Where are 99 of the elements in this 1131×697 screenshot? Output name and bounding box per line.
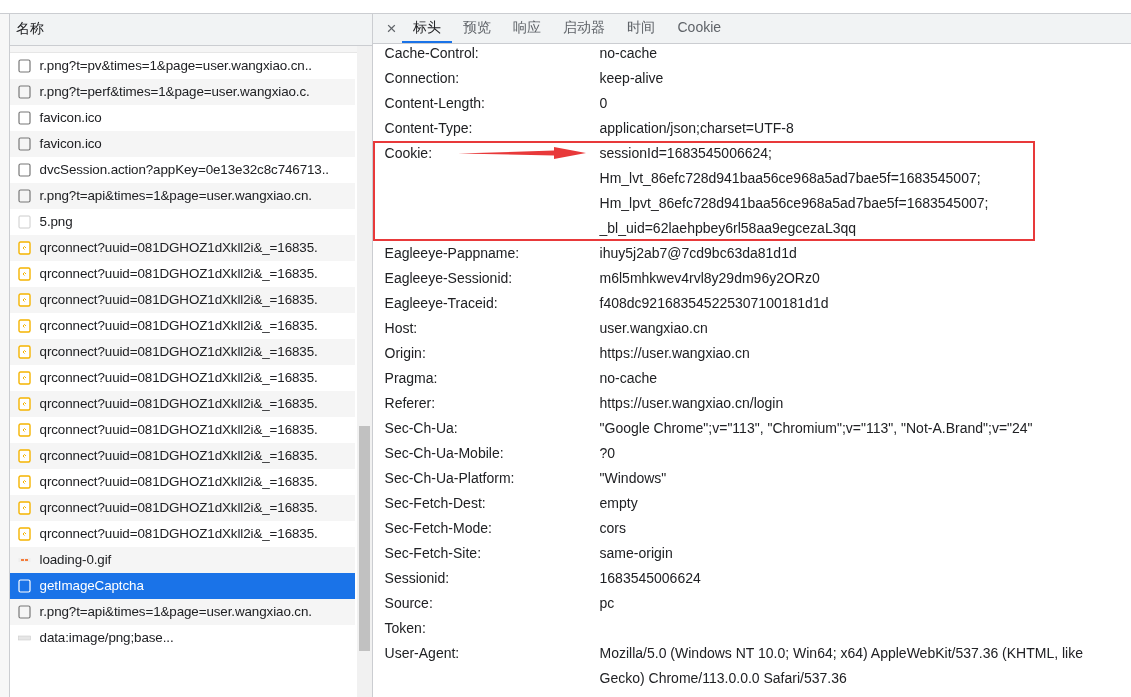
header-value: Mozilla/5.0 (Windows NT 10.0; Win64; x64) AppleWebKit/537.36 (KHTML, like Gecko) Chrome/113.0.0.0 Safari/537.36 (599, 644, 1084, 688)
header-value: https://user.wangxiao.cn/login (599, 394, 785, 413)
script-icon (17, 423, 31, 437)
column-header[interactable]: 名称 (15, 20, 44, 36)
request-row[interactable]: qrconnect?uuid=081DGHOZ1dXkll2i&_=16835. (9, 417, 355, 443)
file-icon (17, 579, 31, 593)
header-value: same-origin (599, 544, 674, 563)
script-icon (17, 319, 31, 333)
header-name: Sec-Fetch-Site: (384, 544, 482, 563)
header-name: Sec-Ch-Ua-Platform: (384, 469, 515, 488)
request-row[interactable]: r.png?t=pv&times=1&page=user.wangxiao.cn.. (9, 53, 355, 79)
script-icon (17, 293, 31, 307)
header-value: Hm_lvt_86efc728d941baa56ce968a5ad7bae5f=1683545007; (599, 169, 982, 188)
tab[interactable]: Cookie (666, 14, 733, 43)
request-row[interactable]: r.png?t=api&times=1&page=user.wangxiao.cn. (9, 183, 355, 209)
header-name: Source: (384, 594, 433, 613)
header-name: Sec-Fetch-Mode: (384, 519, 492, 538)
file-icon (17, 215, 31, 229)
header-value: Hm_lpvt_86efc728d941baa56ce968a5ad7bae5f=1683545007; (599, 194, 990, 213)
header-value: ?0 (599, 444, 617, 463)
header-value: keep-alive (599, 69, 665, 88)
header-value: 1683545006624 (599, 569, 702, 588)
request-row[interactable]: qrconnect?uuid=081DGHOZ1dXkll2i&_=16835. (9, 365, 355, 391)
script-icon (17, 449, 31, 463)
header-value: application/json;charset=UTF-8 (599, 119, 795, 138)
close-button[interactable]: × (380, 14, 403, 43)
request-row[interactable]: qrconnect?uuid=081DGHOZ1dXkll2i&_=16835. (9, 391, 355, 417)
tab[interactable]: 时间 (616, 14, 667, 43)
header-name: Pragma: (384, 369, 438, 388)
header-value: user.wangxiao.cn (599, 319, 709, 338)
header-name: Sec-Fetch-Dest: (384, 494, 486, 513)
tab[interactable]: 启动器 (552, 14, 617, 43)
script-icon (17, 241, 31, 255)
request-row[interactable]: qrconnect?uuid=081DGHOZ1dXkll2i&_=16835. (9, 287, 355, 313)
script-icon (17, 371, 31, 385)
header-value: f408dc921683545225307100181d1d (599, 294, 830, 313)
header-value: sessionId=1683545006624; (599, 144, 773, 163)
header-value: ihuy5j2ab7@7cd9bc63da81d1d (599, 244, 798, 263)
file-icon (17, 137, 31, 151)
request-row[interactable]: dvcSession.action?appKey=0e13e32c8c746713.. (9, 157, 355, 183)
header-value: "Google Chrome";v="113", "Chromium";v="113", "Not-A.Brand";v="24" (599, 419, 1034, 438)
header-value: pc (599, 594, 616, 613)
header-name: Eagleeye-Traceid: (384, 294, 498, 313)
request-row[interactable]: qrconnect?uuid=081DGHOZ1dXkll2i&_=16835. (9, 469, 355, 495)
request-row[interactable]: 5.png (9, 209, 355, 235)
request-row[interactable]: qrconnect?uuid=081DGHOZ1dXkll2i&_=16835. (9, 443, 355, 469)
script-icon (17, 267, 31, 281)
header-name: Content-Type: (384, 119, 473, 138)
request-row[interactable]: qrconnect?uuid=081DGHOZ1dXkll2i&_=16835. (9, 521, 355, 547)
header-name: Eagleeye-Pappname: (384, 244, 520, 263)
request-row[interactable]: favicon.ico (9, 131, 355, 157)
request-row[interactable]: qrconnect?uuid=081DGHOZ1dXkll2i&_=16835. (9, 313, 355, 339)
header-value: "Windows" (599, 469, 668, 488)
request-row[interactable]: loading-0.gif (9, 547, 355, 573)
header-name: Cookie: (384, 144, 432, 163)
request-row[interactable]: qrconnect?uuid=081DGHOZ1dXkll2i&_=16835. (9, 235, 355, 261)
header-name: Cache-Control: (384, 44, 479, 63)
file-icon (17, 111, 31, 125)
request-row[interactable]: qrconnect?uuid=081DGHOZ1dXkll2i&_=16835. (9, 339, 355, 365)
header-value: _bl_uid=62laehpbey6rl58aa9egcezaL3qq (599, 219, 858, 238)
request-row[interactable]: favicon.ico (9, 105, 355, 131)
header-value: https://user.wangxiao.cn (599, 344, 751, 363)
header-value: no-cache (599, 44, 659, 63)
file-icon (17, 163, 31, 177)
request-row[interactable]: data:image/png;base... (9, 625, 355, 651)
header-name: User-Agent: (384, 644, 460, 663)
script-icon (17, 345, 31, 359)
header-name: Origin: (384, 344, 426, 363)
request-row[interactable]: r.png?t=api&times=1&page=user.wangxiao.cn. (9, 599, 355, 625)
request-row[interactable]: r.png?t=perf&times=1&page=user.wangxiao.c. (9, 79, 355, 105)
header-name: Token: (384, 619, 426, 638)
header-name: Referer: (384, 394, 436, 413)
header-value: m6l5mhkwev4rvl8y29dm96y2ORz0 (599, 269, 821, 288)
file-icon (17, 85, 31, 99)
request-row[interactable]: qrconnect?uuid=081DGHOZ1dXkll2i&_=16835. (9, 495, 355, 521)
header-name: Sec-Ch-Ua-Mobile: (384, 444, 504, 463)
script-icon (17, 397, 31, 411)
header-value: no-cache (599, 369, 659, 388)
header-name: Connection: (384, 69, 460, 88)
script-icon (17, 475, 31, 489)
tab[interactable]: 预览 (452, 14, 503, 43)
scrollbar[interactable] (356, 46, 372, 697)
header-name: Content-Length: (384, 94, 485, 113)
header-name: Sec-Ch-Ua: (384, 419, 458, 438)
header-value: cors (599, 519, 627, 538)
tab[interactable]: 标头 (402, 14, 453, 43)
file-icon (17, 59, 31, 73)
tab[interactable]: 响应 (502, 14, 553, 43)
header-name: Sessionid: (384, 569, 450, 588)
header-value: 0 (599, 94, 609, 113)
request-row[interactable]: getImageCaptcha (9, 573, 355, 599)
header-value: empty (599, 494, 639, 513)
request-row[interactable]: qrconnect?uuid=081DGHOZ1dXkll2i&_=16835. (9, 261, 355, 287)
script-icon (17, 527, 31, 541)
file-icon (17, 189, 31, 203)
header-name: Host: (384, 319, 418, 338)
header-name: Eagleeye-Sessionid: (384, 269, 513, 288)
script-icon (17, 501, 31, 515)
file-icon (17, 605, 31, 619)
